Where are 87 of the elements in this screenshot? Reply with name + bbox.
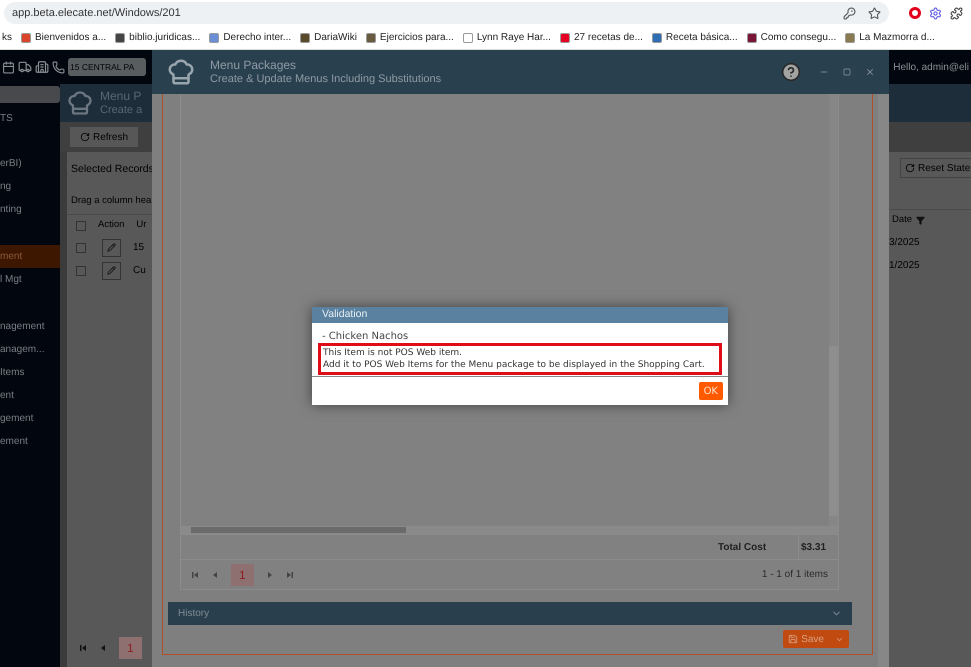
bookmark[interactable]: Lynn Raye Har... — [462, 30, 551, 45]
sidebar-search-field[interactable] — [0, 86, 60, 103]
pencil-icon — [107, 266, 116, 275]
maximize-icon[interactable] — [843, 68, 851, 76]
item-name: - Chicken Nachos — [321, 331, 410, 343]
dialog-title: Validation — [322, 307, 368, 322]
sidebar-item[interactable]: anagem... — [0, 338, 60, 361]
row-checkbox[interactable] — [76, 242, 86, 252]
row-checkbox[interactable] — [76, 266, 86, 276]
reset-state-button[interactable]: Reset State — [900, 158, 971, 178]
bookmark[interactable]: Bienvenidos a... — [21, 30, 106, 45]
group-hint: Drag a column hea — [70, 194, 152, 208]
greeting-text: Hello, admin@eli — [893, 60, 969, 74]
truck-icon[interactable] — [18, 60, 32, 74]
previous-page-icon[interactable] — [99, 644, 107, 652]
url-field[interactable]: app.beta.elecate.net/Windows/201 — [4, 2, 889, 24]
calendar-icon[interactable] — [2, 60, 15, 74]
chef-hat-icon — [66, 89, 94, 117]
bookmark-star-icon[interactable] — [868, 6, 881, 20]
bookmark[interactable]: 27 recetas de... — [560, 30, 643, 45]
column-header[interactable]: Action — [98, 218, 124, 233]
horizontal-scrollbar[interactable] — [181, 526, 838, 534]
first-page-icon[interactable] — [79, 644, 87, 652]
bookmark[interactable]: Receta básica... — [652, 30, 738, 45]
key-icon[interactable] — [843, 6, 856, 20]
close-icon[interactable] — [865, 67, 875, 77]
grid-title: Selected Records — [70, 162, 152, 177]
table-cell-text: Cu — [133, 264, 146, 278]
sidebar-item[interactable]: Items — [0, 361, 60, 384]
previous-page-icon[interactable] — [211, 570, 219, 578]
phone-icon[interactable] — [52, 60, 65, 74]
bookmark[interactable]: Como consegu... — [746, 30, 836, 45]
sidebar-item[interactable]: l Mgt — [0, 268, 60, 291]
bookmark[interactable]: La Mazmorra d... — [845, 30, 935, 45]
window-subtitle: Create & Update Menus Including Substitutions — [210, 72, 442, 86]
history-panel-header[interactable]: History — [168, 602, 852, 625]
sidebar-item[interactable]: ement — [0, 430, 60, 453]
sidebar-item[interactable]: gement — [0, 407, 60, 430]
window-scrollbar[interactable] — [878, 94, 889, 667]
sidebar-item[interactable]: erBI) — [0, 152, 60, 175]
sidebar-item[interactable]: TS — [0, 107, 60, 130]
browser-logo-icon[interactable] — [909, 7, 921, 19]
vertical-scrollbar[interactable] — [829, 94, 838, 526]
extensions-icon[interactable] — [950, 6, 963, 20]
scrollbar-thumb[interactable] — [191, 527, 406, 533]
sidebar-item[interactable]: ment — [0, 245, 60, 268]
chef-hat-icon — [166, 57, 196, 87]
refresh-icon — [80, 132, 90, 142]
table-cell-text: 1/2025 — [889, 259, 920, 273]
bookmark[interactable]: biblio.juridicas... — [115, 30, 200, 45]
bookmark[interactable]: Derecho inter... — [209, 30, 292, 45]
filter-icon[interactable] — [916, 216, 926, 225]
location-field[interactable]: 15 CENTRAL PA — [68, 58, 146, 76]
gear-icon[interactable] — [929, 6, 942, 20]
validation-message: This Item is not POS Web item. — [323, 347, 464, 359]
help-icon[interactable] — [781, 62, 801, 82]
sidebar-item[interactable]: ng — [0, 175, 60, 198]
table-cell-text: 3/2025 — [889, 236, 920, 250]
bookmark[interactable]: ks — [2, 30, 12, 45]
first-page-icon[interactable] — [191, 570, 199, 578]
sidebar-item[interactable]: ent — [0, 384, 60, 407]
edit-button[interactable] — [102, 238, 121, 256]
bookmark[interactable]: DariaWiki — [300, 30, 357, 45]
total-cost-label: Total Cost — [718, 540, 768, 554]
window-title: Menu Packages — [210, 58, 298, 72]
building-icon[interactable] — [35, 60, 49, 74]
column-header[interactable]: Ur — [136, 218, 146, 233]
sidebar-item[interactable]: nagement — [0, 315, 60, 338]
url-text: app.beta.elecate.net/Windows/201 — [12, 6, 181, 21]
save-icon — [788, 634, 798, 644]
refresh-button[interactable]: Refresh — [70, 127, 138, 147]
column-header[interactable]: Date — [892, 213, 912, 228]
validation-message: Add it to POS Web Items for the Menu package to be displayed in the Shopping Cart. — [323, 359, 706, 371]
sidebar-item[interactable]: nting — [0, 198, 60, 221]
edit-button[interactable] — [102, 262, 121, 280]
last-page-icon[interactable] — [286, 570, 294, 578]
refresh-icon — [905, 163, 915, 173]
total-cost-value: $3.31 — [798, 535, 838, 559]
page-title: Menu P — [100, 89, 142, 103]
bookmark[interactable]: Ejercicios para... — [366, 30, 454, 45]
pager-summary: 1 - 1 of 1 items — [762, 568, 828, 582]
page-subtitle: Create a — [100, 103, 142, 117]
table-cell-text: 15 — [133, 241, 144, 255]
pencil-icon — [107, 243, 116, 252]
ok-button[interactable]: OK — [698, 382, 723, 400]
select-all-checkbox[interactable] — [76, 220, 86, 230]
next-page-icon[interactable] — [266, 570, 274, 578]
